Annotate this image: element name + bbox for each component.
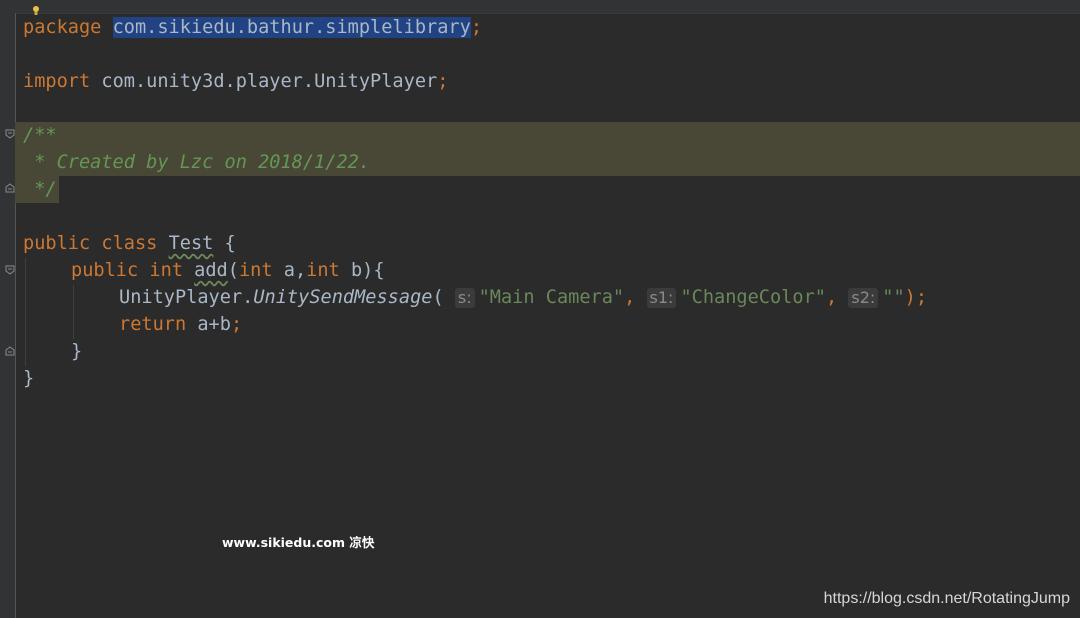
code-line-class[interactable]: public class Test { [23,230,236,257]
call-end: ); [904,287,928,308]
param-hint-s2: s2: [848,287,879,308]
class-name[interactable]: Test [169,233,214,254]
keyword-import: import [23,71,91,92]
selected-package-name[interactable]: com.sikiedu.bathur.simplelibrary [112,17,471,38]
brace: } [71,341,83,362]
paren: ( [227,260,239,281]
watermark-center: www.sikiedu.com 凉快 [222,535,375,550]
watermark-corner: https://blog.csdn.net/RotatingJump [823,590,1070,607]
string-arg-3: "" [882,287,905,308]
keyword-class: class [101,233,158,254]
code-line-doc-open[interactable]: /** [23,122,57,149]
semicolon: ; [437,71,449,92]
string-arg-1: "Main Camera" [478,287,625,308]
paren: ( [432,287,455,308]
editor-gutter[interactable] [0,13,16,618]
keyword-return: return [119,314,187,335]
indent-guide [25,258,26,366]
fold-marker-icon[interactable] [5,129,15,139]
fold-marker-icon[interactable] [5,265,15,275]
code-line-import[interactable]: import com.unity3d.player.UnityPlayer; [23,68,448,95]
code-line-package[interactable]: package com.sikiedu.bathur.simplelibrary… [23,14,482,41]
return-expression: a+b [186,314,231,335]
code-line-method-close[interactable]: } [71,338,82,365]
method-name[interactable]: add [194,260,228,281]
code-line-doc-close[interactable]: */ [23,176,57,203]
call-method[interactable]: UnitySendMessage [253,287,432,308]
keyword-public: public [23,233,91,254]
keyword-public: public [71,260,139,281]
indent-guide [73,285,74,339]
keyword-int: int [149,260,183,281]
keyword-package: package [23,17,102,38]
keyword-int: int [306,260,340,281]
code-line-call[interactable]: UnityPlayer.UnitySendMessage( s: "Main Ca… [119,284,927,311]
call-class: UnityPlayer. [119,287,254,308]
doc-comment-close: */ [23,179,57,200]
string-arg-2: "ChangeColor" [680,287,826,308]
code-line-class-close[interactable]: } [23,365,34,392]
comma: , [825,287,838,308]
code-line-doc-body[interactable]: * Created by Lzc on 2018/1/22. [23,149,370,176]
brace: { [213,233,236,254]
semicolon: ; [470,17,483,38]
lightbulb-icon[interactable] [31,0,41,15]
editor-top-bar [0,0,1080,14]
comma: , [624,287,636,308]
param-a: a, [272,260,307,281]
keyword-int: int [238,260,273,281]
semicolon: ; [230,314,243,335]
doc-comment-open: /** [23,125,57,146]
brace: } [23,368,35,389]
param-b: b){ [339,260,385,281]
code-line-return[interactable]: return a+b; [119,311,242,338]
code-line-method[interactable]: public int add(int a,int b){ [71,257,385,284]
param-hint-s: s: [454,287,475,308]
fold-marker-icon[interactable] [5,346,15,356]
fold-marker-icon[interactable] [5,183,15,193]
import-name: com.unity3d.player.UnityPlayer [101,71,438,92]
param-hint-s1: s1: [646,287,677,308]
doc-comment-body: * Created by Lzc on 2018/1/22. [23,152,371,173]
